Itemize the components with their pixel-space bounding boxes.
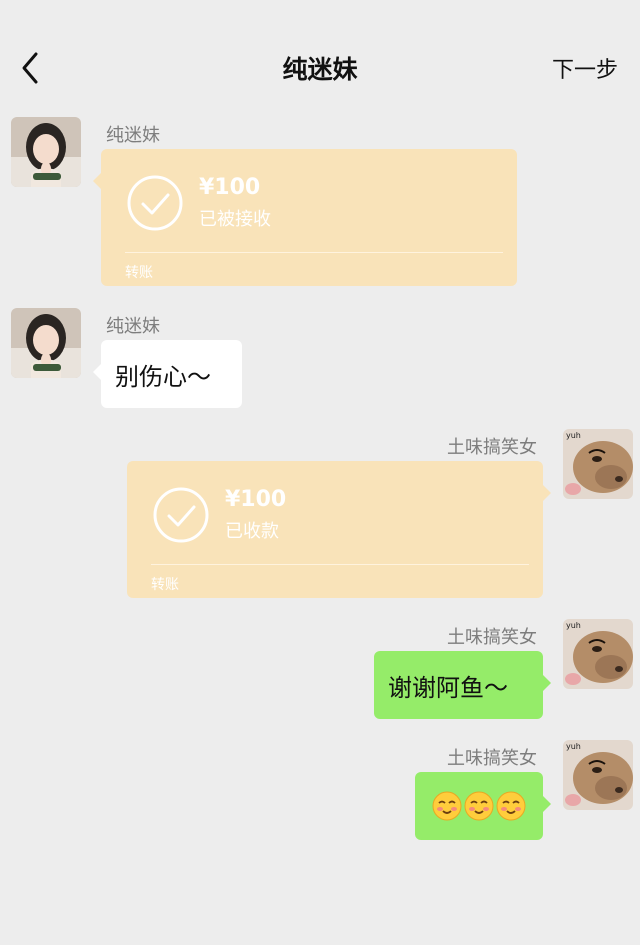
transfer-card[interactable]: ¥100 已被接收 转账 [93,149,517,286]
dog-avatar-image: yuh [563,429,633,499]
girl-avatar-image [11,117,81,187]
dog-avatar-image: yuh [563,619,633,689]
transfer-label: 转账 [125,265,153,281]
blush-face-icon [432,791,462,821]
message-bubble[interactable]: 谢谢阿鱼～ [374,651,551,719]
avatar-watermark: yuh [566,742,581,751]
transfer-status: 已收款 [225,521,279,542]
avatar[interactable] [11,117,81,187]
divider [151,564,529,565]
blush-face-icon [464,791,494,821]
dog-avatar-image: yuh [563,740,633,810]
divider [125,252,503,253]
sender-name: 土味搞笑女 [447,437,537,458]
avatar[interactable]: yuh [563,740,633,810]
girl-avatar-image [11,308,81,378]
chat-title: 纯迷妹 [282,55,358,84]
blush-face-icon [496,791,526,821]
transfer-card[interactable]: ¥100 已收款 转账 [127,461,551,598]
avatar-watermark: yuh [566,621,581,630]
transfer-label: 转账 [151,577,179,593]
avatar[interactable]: yuh [563,619,633,689]
check-circle-icon [153,487,209,543]
message-bubble[interactable]: 别伤心～ [93,340,242,408]
sender-name: 纯迷妹 [106,125,160,146]
sender-name: 纯迷妹 [106,316,160,337]
sender-name: 土味搞笑女 [447,748,537,769]
message-bubble[interactable] [415,772,551,840]
check-circle-icon [127,175,183,231]
message-text: 别伤心～ [115,362,211,391]
chat-header: 纯迷妹 下一步 [0,0,640,110]
next-step-button[interactable]: 下一步 [552,52,618,84]
avatar-watermark: yuh [566,431,581,440]
sender-name: 土味搞笑女 [447,627,537,648]
transfer-status: 已被接收 [199,209,271,230]
avatar[interactable] [11,308,81,378]
transfer-amount: ¥100 [199,175,261,200]
transfer-amount: ¥100 [225,487,287,512]
message-text: 谢谢阿鱼～ [388,673,508,702]
avatar[interactable]: yuh [563,429,633,499]
